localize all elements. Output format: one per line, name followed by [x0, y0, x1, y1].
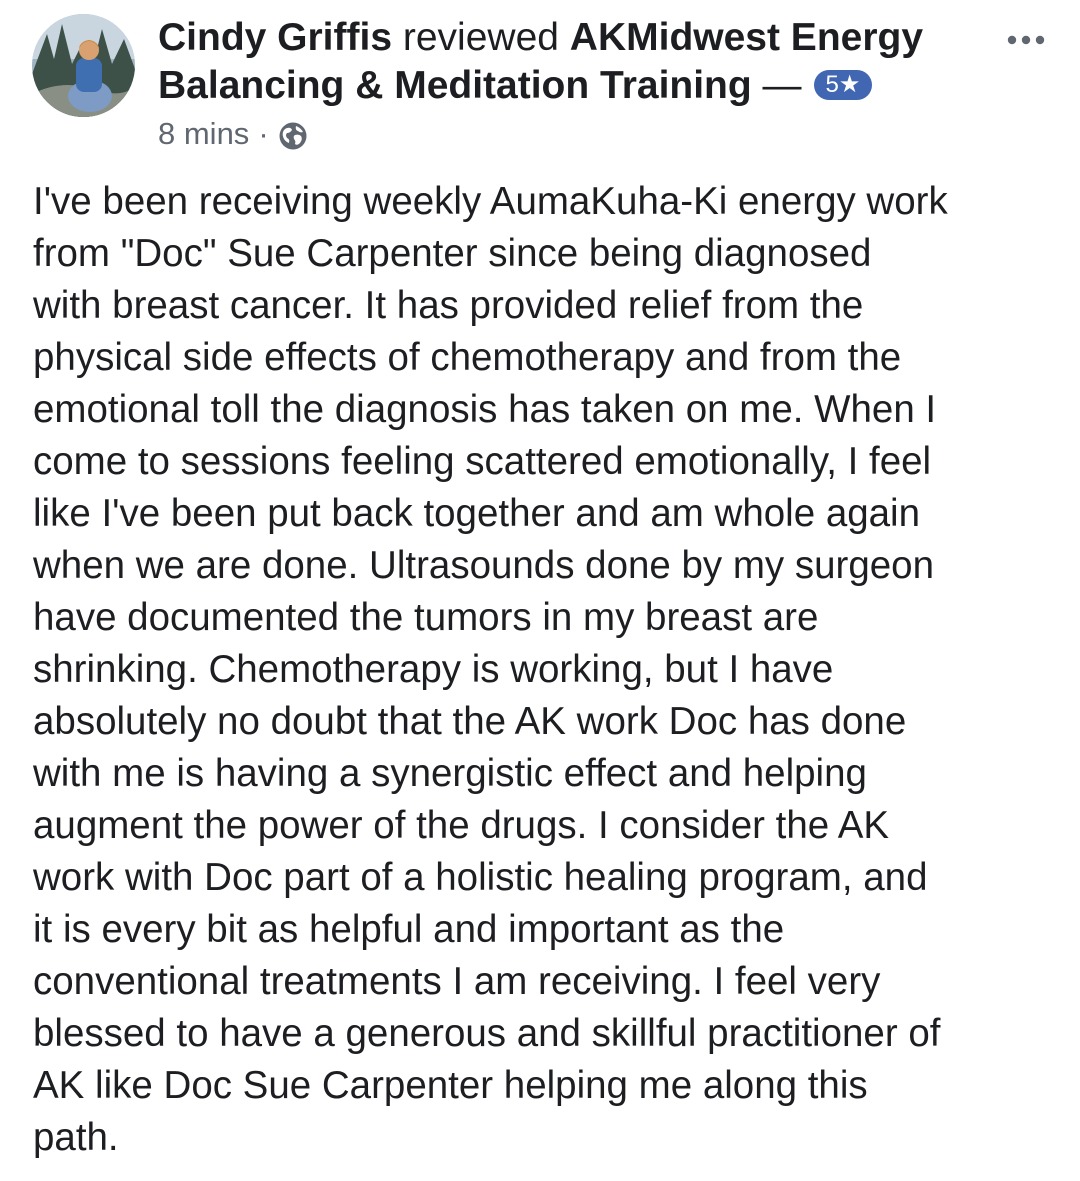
review-line: conventional treatments I am receiving. …	[33, 960, 881, 1003]
review-line: have documented the tumors in my breast …	[33, 596, 819, 639]
review-line: shrinking. Chemotherapy is working, but …	[33, 648, 834, 691]
rating-badge: 5★	[813, 70, 873, 100]
review-line: with me is having a synergistic effect a…	[33, 752, 867, 795]
review-line: it is every bit as helpful and important…	[33, 908, 785, 951]
review-line: work with Doc part of a holistic healing…	[33, 856, 928, 899]
reviewer-name[interactable]: Cindy Griffis	[158, 16, 392, 59]
review-line: path.	[33, 1116, 119, 1159]
review-line: come to sessions feeling scattered emoti…	[33, 440, 932, 483]
headline-dash: —	[762, 64, 802, 107]
headline: Cindy Griffis reviewed AKMidwest Energy …	[158, 14, 978, 110]
avatar[interactable]	[32, 14, 135, 117]
timestamp[interactable]: 8 mins	[158, 112, 249, 156]
review-verb: reviewed	[402, 16, 559, 59]
review-line: absolutely no doubt that the AK work Doc…	[33, 700, 907, 743]
review-line: emotional toll the diagnosis has taken o…	[33, 388, 937, 431]
globe-icon[interactable]	[278, 119, 308, 150]
review-line: with breast cancer. It has provided reli…	[33, 284, 864, 327]
meta-separator: ·	[258, 116, 269, 151]
review-line: blessed to have a generous and skillful …	[33, 1012, 941, 1055]
review-line: when we are done. Ultrasounds done by my…	[33, 544, 935, 587]
review-header: Cindy Griffis reviewed AKMidwest Energy …	[158, 14, 978, 156]
profile-photo	[32, 14, 135, 117]
review-line: I've been receiving weekly AumaKuha-Ki e…	[33, 180, 948, 223]
review-line: physical side effects of chemotherapy an…	[33, 336, 902, 379]
post-meta: 8 mins ·	[158, 112, 978, 156]
review-line: AK like Doc Sue Carpenter helping me alo…	[33, 1064, 868, 1107]
review-line: like I've been put back together and am …	[33, 492, 921, 535]
review-text: I've been receiving weekly AumaKuha-Ki e…	[33, 176, 1068, 1164]
review-line: augment the power of the drugs. I consid…	[33, 804, 890, 847]
more-options-icon[interactable]	[1004, 22, 1048, 58]
review-line: from "Doc" Sue Carpenter since being dia…	[33, 232, 872, 275]
